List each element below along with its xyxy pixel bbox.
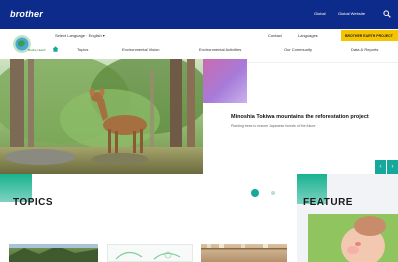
cta-button[interactable]: BROTHER EARTH PROJECT: [341, 30, 398, 41]
nav-item-vision[interactable]: Environmental Vision: [122, 47, 160, 52]
brand-logo[interactable]: brother: [10, 9, 43, 19]
hero-image[interactable]: [0, 59, 203, 174]
language-select[interactable]: Select Language · English ▾: [55, 33, 105, 38]
feature-heading: FEATURE: [303, 197, 353, 208]
search-icon[interactable]: [383, 10, 391, 18]
carousel-prev-button[interactable]: ‹: [375, 160, 386, 175]
hero-subtitle: Planting trees to restore Japanese fores…: [231, 124, 316, 128]
carousel-dot[interactable]: [271, 191, 275, 195]
topic-card[interactable]: [107, 244, 193, 262]
topic-card[interactable]: [9, 244, 98, 262]
child-photo: [308, 214, 398, 262]
hero-thumbnail[interactable]: [203, 59, 247, 103]
languages-link[interactable]: Languages: [298, 33, 318, 38]
nav-item-topics[interactable]: Topics: [77, 47, 88, 52]
global-link[interactable]: Global: [314, 11, 326, 16]
nav-item-activities[interactable]: Environmental Activities: [199, 47, 241, 52]
sub-navigation: Brother Earth Select Language · English …: [0, 29, 398, 63]
carousel-dot-active[interactable]: [251, 189, 259, 197]
site-logo-text: Brother Earth: [28, 48, 46, 52]
topics-heading: TOPICS: [13, 197, 54, 208]
contact-link[interactable]: Contact: [268, 33, 282, 38]
nav-item-reports[interactable]: Data & Reports: [351, 47, 378, 52]
topic-card[interactable]: [201, 244, 287, 262]
illustration-image: [115, 251, 181, 260]
deer-forest-photo: [0, 59, 203, 174]
hero-title[interactable]: Minoshia Tokiwa mountains the reforestat…: [231, 114, 369, 120]
nav-item-community[interactable]: Our Community: [284, 47, 312, 52]
feature-image[interactable]: [308, 214, 398, 262]
global-website-link[interactable]: Global Website: [338, 11, 365, 16]
shelf-photo: [201, 244, 287, 250]
mountain-photo: [9, 244, 98, 262]
carousel-next-button[interactable]: ›: [387, 160, 398, 175]
top-bar: brother Global Global Website: [0, 0, 398, 29]
home-icon[interactable]: [52, 46, 59, 52]
